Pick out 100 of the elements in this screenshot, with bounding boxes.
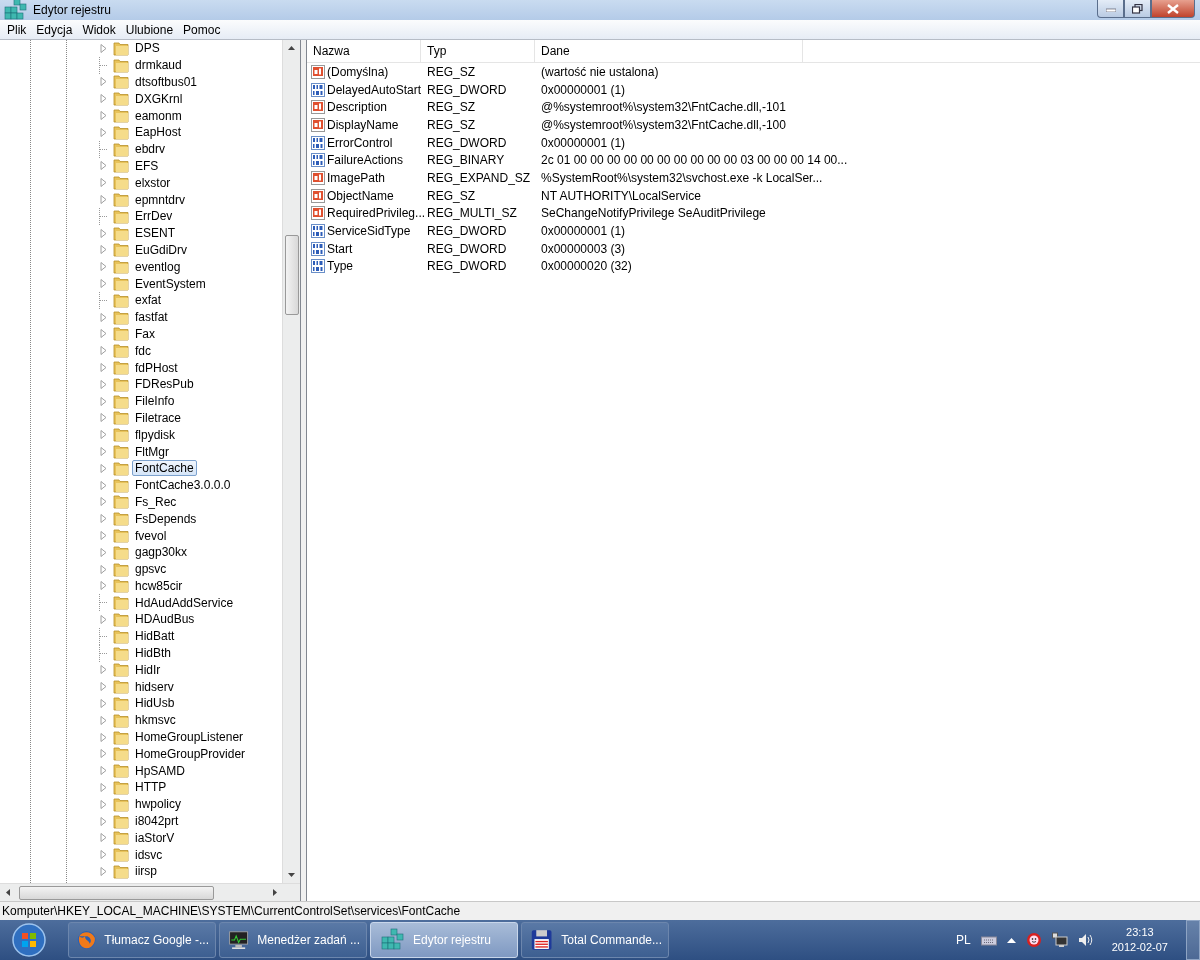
tree-item[interactable]: gagp30kx [132,544,191,561]
tree-item[interactable]: HidIr [132,661,164,678]
expand-arrow-icon[interactable] [99,345,109,357]
expand-arrow-icon[interactable] [99,261,109,273]
tree-item[interactable]: FltMgr [132,443,172,460]
tree-item[interactable]: HTTP [132,779,170,796]
tree-item[interactable]: Fs_Rec [132,493,180,510]
tree-item[interactable]: hidserv [132,678,177,695]
tree-item[interactable]: fdc [132,342,154,359]
taskbar-button[interactable]: Tłumacz Google -... [68,922,216,958]
tree-item[interactable]: fdPHost [132,359,181,376]
tree-item[interactable]: FDResPub [132,376,197,393]
menu-item[interactable]: Pomoc [178,22,226,37]
tree-item[interactable]: exfat [132,292,164,309]
expand-arrow-icon[interactable] [99,815,109,827]
expand-arrow-icon[interactable] [99,580,109,592]
expand-arrow-icon[interactable] [99,42,109,54]
tree-item[interactable]: DXGKrnl [132,90,186,107]
tree-item[interactable]: hkmsvc [132,712,179,729]
tree-item[interactable]: i8042prt [132,813,182,830]
tree-item[interactable]: flpydisk [132,426,178,443]
expand-arrow-icon[interactable] [99,412,109,424]
tree-item[interactable]: EFS [132,157,162,174]
menu-item[interactable]: Edycja [31,22,78,37]
expand-arrow-icon[interactable] [99,194,109,206]
expand-arrow-icon[interactable] [99,496,109,508]
expand-arrow-icon[interactable] [99,110,109,122]
caret-up-icon[interactable] [1006,937,1016,943]
close-button[interactable] [1151,0,1195,18]
tree-item[interactable]: HomeGroupProvider [132,745,249,762]
tree-item[interactable]: epmntdrv [132,191,189,208]
expand-arrow-icon[interactable] [99,126,109,138]
tree-item[interactable]: eventlog [132,258,184,275]
expand-arrow-icon[interactable] [99,328,109,340]
menu-item[interactable]: Plik [2,22,32,37]
column-header[interactable]: Nazwa [307,40,421,62]
scrollbar-thumb[interactable] [19,885,214,900]
tree-item[interactable]: FontCache [132,460,197,477]
column-header[interactable]: Dane [535,40,803,62]
volume-icon[interactable] [1077,932,1094,948]
expand-arrow-icon[interactable] [99,798,109,810]
expand-arrow-icon[interactable] [99,765,109,777]
tree-item[interactable]: ErrDev [132,208,176,225]
tree-item[interactable]: EuGdiDrv [132,241,190,258]
menu-item[interactable]: Ulubione [120,22,179,37]
expand-arrow-icon[interactable] [99,311,109,323]
tree-item[interactable]: HidUsb [132,695,178,712]
expand-arrow-icon[interactable] [99,681,109,693]
tree-item[interactable]: HidBth [132,645,175,662]
tree-item[interactable]: FsDepends [132,510,200,527]
smiley-sun-icon[interactable] [1025,932,1042,948]
tree-item[interactable]: EventSystem [132,275,209,292]
tree-item[interactable]: Fax [132,325,158,342]
expand-arrow-icon[interactable] [99,697,109,709]
tree-item[interactable]: ESENT [132,225,178,242]
expand-arrow-icon[interactable] [99,395,109,407]
tree-item[interactable]: FontCache3.0.0.0 [132,477,234,494]
expand-arrow-icon[interactable] [99,748,109,760]
expand-arrow-icon[interactable] [99,177,109,189]
clock-date[interactable]: 2012-02-07 [1111,940,1168,955]
tree-item[interactable]: fastfat [132,309,171,326]
expand-arrow-icon[interactable] [99,76,109,88]
tree-item[interactable]: drmkaud [132,57,185,74]
expand-arrow-icon[interactable] [99,278,109,290]
expand-arrow-icon[interactable] [99,849,109,861]
expand-arrow-icon[interactable] [99,781,109,793]
tree-item[interactable]: HidBatt [132,628,178,645]
keyboard-icon[interactable] [980,934,997,946]
tree-item[interactable]: idsvc [132,846,166,863]
tree-item[interactable]: HDAudBus [132,611,198,628]
menu-item[interactable]: Widok [77,22,121,37]
minimize-button[interactable] [1097,0,1124,18]
expand-arrow-icon[interactable] [99,462,109,474]
tree-item[interactable]: ebdrv [132,141,169,158]
tree-item[interactable]: HomeGroupListener [132,729,247,746]
show-desktop-button[interactable] [1186,920,1200,960]
expand-arrow-icon[interactable] [99,731,109,743]
expand-arrow-icon[interactable] [99,446,109,457]
expand-arrow-icon[interactable] [99,227,109,239]
expand-arrow-icon[interactable] [99,546,109,558]
tree-item[interactable]: elxstor [132,174,174,191]
expand-arrow-icon[interactable] [99,614,109,625]
expand-arrow-icon[interactable] [99,362,109,374]
taskbar-button[interactable]: Total Commande... [521,922,669,958]
tree-item[interactable]: EapHost [132,124,185,141]
expand-arrow-icon[interactable] [99,530,109,541]
tree-item[interactable]: gpsvc [132,561,170,578]
tree-item[interactable]: eamonm [132,107,185,124]
tree-item[interactable]: fvevol [132,527,170,544]
expand-arrow-icon[interactable] [99,479,109,491]
network-icon[interactable] [1051,932,1068,948]
expand-arrow-icon[interactable] [99,244,109,256]
expand-arrow-icon[interactable] [99,93,109,105]
expand-arrow-icon[interactable] [99,832,109,844]
tree-item[interactable]: hcw85cir [132,577,186,594]
tree-item[interactable]: DPS [132,40,163,57]
tree-item[interactable]: HpSAMD [132,762,188,779]
tree-item[interactable]: Filetrace [132,409,184,426]
language-indicator[interactable]: PL [956,933,971,947]
column-header[interactable]: Typ [421,40,535,62]
